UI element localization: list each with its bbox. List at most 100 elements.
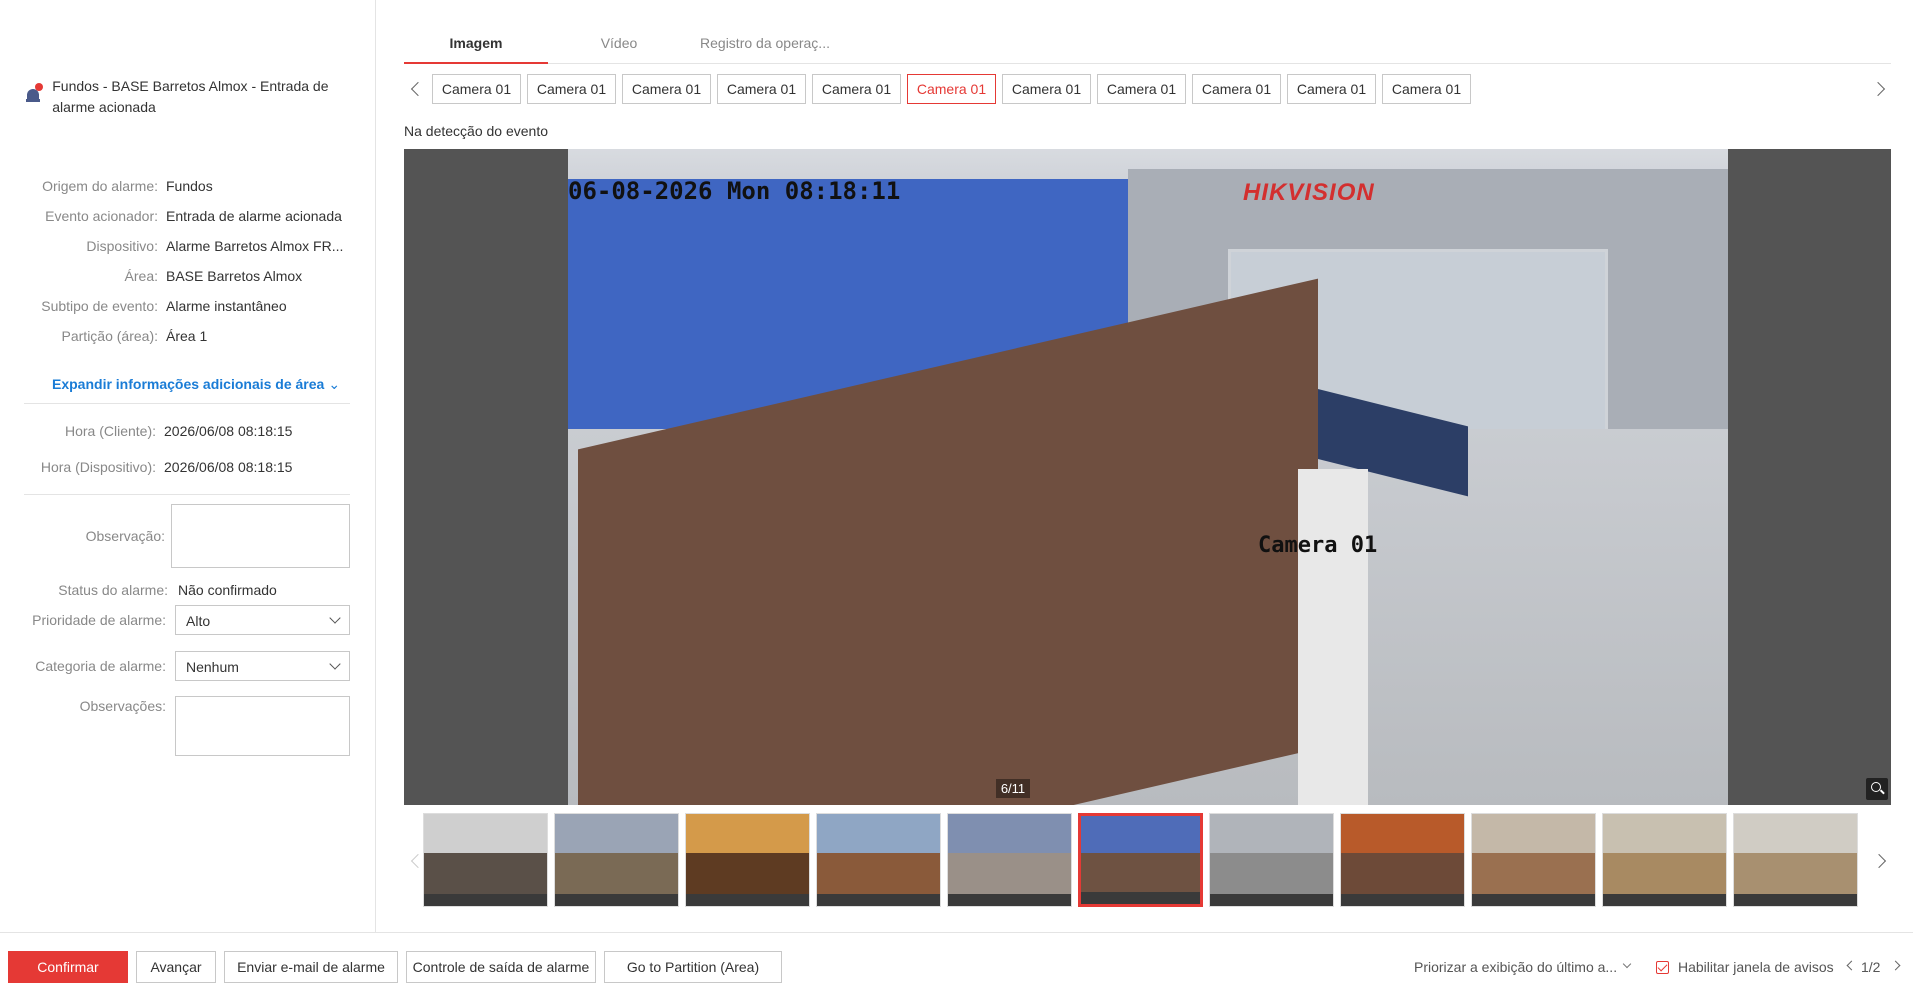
osd-camera-label: Camera 01 (1258, 533, 1378, 558)
camera-tab[interactable]: Camera 01 (622, 74, 711, 104)
thumbnail[interactable] (1340, 813, 1465, 907)
camera-tab[interactable]: Camera 01 (1002, 74, 1091, 104)
prioridade-label: Prioridade de alarme: (32, 612, 166, 628)
thumbnail[interactable] (423, 813, 548, 907)
camera-tab[interactable]: Camera 01 (1192, 74, 1281, 104)
info-row-subtipo: Subtipo de evento: Alarme instantâneo (20, 298, 360, 318)
osd-timestamp: 06-08-2026 Mon 08:18:11 (568, 177, 901, 205)
camera-tab[interactable]: Camera 01 (432, 74, 521, 104)
confirm-button[interactable]: Confirmar (8, 951, 128, 983)
info-row-evento: Evento acionador: Entrada de alarme acio… (20, 208, 360, 228)
brand-part: HIK (1243, 179, 1288, 206)
info-label: Área: (124, 268, 158, 284)
camera-tab[interactable]: Camera 01 (812, 74, 901, 104)
page-prev-icon[interactable] (1846, 960, 1857, 971)
info-value: Fundos (166, 178, 213, 194)
camera-prev-icon[interactable] (410, 81, 426, 97)
event-caption: Na detecção do evento (404, 123, 548, 139)
divider (24, 403, 350, 404)
time-value: 2026/06/08 08:18:15 (164, 459, 293, 475)
categoria-select[interactable]: Nenhum (175, 651, 350, 681)
info-row-dispositivo: Dispositivo: Alarme Barretos Almox FR... (20, 238, 360, 258)
info-value: Área 1 (166, 328, 208, 344)
categoria-value: Nenhum (186, 659, 239, 675)
info-value: Alarme instantâneo (166, 298, 287, 314)
priority-display-select[interactable]: Priorizar a exibição do último a... (1414, 959, 1617, 975)
observacoes-input[interactable] (175, 696, 350, 756)
observacao-input[interactable] (171, 504, 350, 568)
chevron-double-down-icon: ⌄ (328, 376, 341, 392)
time-value: 2026/06/08 08:18:15 (164, 423, 293, 439)
expand-label: Expandir informações adicionais de área (52, 376, 325, 392)
thumbnail[interactable] (816, 813, 941, 907)
time-row-client: Hora (Cliente): 2026/06/08 08:18:15 (20, 423, 360, 443)
tab-video[interactable]: Vídeo (548, 32, 690, 64)
tab-registro[interactable]: Registro da operaç... (690, 32, 840, 64)
camera-tab[interactable]: Camera 01 (527, 74, 616, 104)
info-label: Evento acionador: (45, 208, 158, 224)
thumbnail[interactable] (1733, 813, 1858, 907)
thumbnail[interactable] (1209, 813, 1334, 907)
time-label: Hora (Cliente): (64, 423, 156, 439)
thumbnail[interactable] (1471, 813, 1596, 907)
thumbnail[interactable] (1602, 813, 1727, 907)
page-indicator: 1/2 (1861, 959, 1881, 975)
alarm-detail-panel: Fundos - BASE Barretos Almox - Entrada d… (0, 0, 376, 932)
brand-logo: HIKVISION (1243, 179, 1375, 207)
info-label: Dispositivo: (86, 238, 158, 254)
expand-area-info-link[interactable]: Expandir informações adicionais de área ⌄ (52, 376, 340, 393)
info-row-origem: Origem do alarme: Fundos (20, 178, 360, 198)
info-value: Alarme Barretos Almox FR... (166, 238, 344, 254)
time-row-device: Hora (Dispositivo): 2026/06/08 08:18:15 (20, 459, 360, 479)
info-value: Entrada de alarme acionada (166, 208, 342, 224)
enable-popup-checkbox[interactable] (1656, 961, 1669, 974)
prioridade-select[interactable]: Alto (175, 605, 350, 635)
camera-tab[interactable]: Camera 01 (1287, 74, 1376, 104)
time-label: Hora (Dispositivo): (40, 459, 156, 475)
image-viewer[interactable]: 06-08-2026 Mon 08:18:11 HIKVISION Camera… (404, 149, 1891, 805)
observacoes-label: Observações: (79, 698, 166, 714)
info-row-area: Área: BASE Barretos Almox (20, 268, 360, 288)
thumbnail[interactable] (947, 813, 1072, 907)
thumb-next-icon[interactable] (1871, 853, 1887, 869)
camera-snapshot: 06-08-2026 Mon 08:18:11 HIKVISION Camera… (568, 149, 1728, 805)
info-row-particao: Partição (área): Área 1 (20, 328, 360, 348)
prioridade-value: Alto (186, 613, 211, 629)
alarm-title: Fundos - BASE Barretos Almox - Entrada d… (52, 78, 329, 115)
send-email-button[interactable]: Enviar e-mail de alarme (224, 951, 398, 983)
partition-details-button[interactable]: Go to Partition (Area) Details (604, 951, 782, 992)
alarm-light-icon (26, 83, 43, 103)
camera-tab[interactable]: Camera 01 (1097, 74, 1186, 104)
alarm-output-button[interactable]: Controle de saída de alarme (406, 951, 596, 983)
observacao-label: Observação: (85, 528, 165, 544)
page-next-icon[interactable] (1890, 960, 1901, 971)
media-tabs: Imagem Vídeo Registro da operaç... (404, 32, 1891, 64)
thumbnail[interactable] (554, 813, 679, 907)
camera-tab-active[interactable]: Camera 01 (907, 74, 996, 104)
action-footer: Confirmar Avançar Enviar e-mail de alarm… (0, 932, 1913, 992)
chevron-down-icon (329, 658, 341, 670)
info-label: Origem do alarme: (42, 178, 158, 194)
status-value: Não confirmado (178, 582, 277, 598)
chevron-down-icon (1622, 959, 1632, 969)
thumbnail[interactable] (685, 813, 810, 907)
divider (24, 494, 350, 495)
info-value: BASE Barretos Almox (166, 268, 303, 284)
camera-tab[interactable]: Camera 01 (717, 74, 806, 104)
image-counter: 6/11 (996, 779, 1030, 798)
zoom-in-icon[interactable] (1866, 778, 1888, 800)
info-label: Subtipo de evento: (41, 298, 158, 314)
thumbnail-active[interactable] (1078, 813, 1203, 907)
next-button[interactable]: Avançar (136, 951, 216, 983)
info-label: Partição (área): (61, 328, 158, 344)
tab-imagem[interactable]: Imagem (404, 32, 548, 64)
brand-part: VISION (1287, 179, 1375, 206)
camera-next-icon[interactable] (1870, 81, 1886, 97)
chevron-down-icon (329, 612, 341, 624)
media-panel: Imagem Vídeo Registro da operaç... Camer… (376, 0, 1913, 932)
alarm-header: Fundos - BASE Barretos Almox - Entrada d… (26, 76, 346, 118)
categoria-label: Categoria de alarme: (35, 658, 166, 674)
enable-popup-label: Habilitar janela de avisos (1678, 959, 1834, 975)
status-label: Status do alarme: (58, 582, 168, 598)
camera-tab[interactable]: Camera 01 (1382, 74, 1471, 104)
